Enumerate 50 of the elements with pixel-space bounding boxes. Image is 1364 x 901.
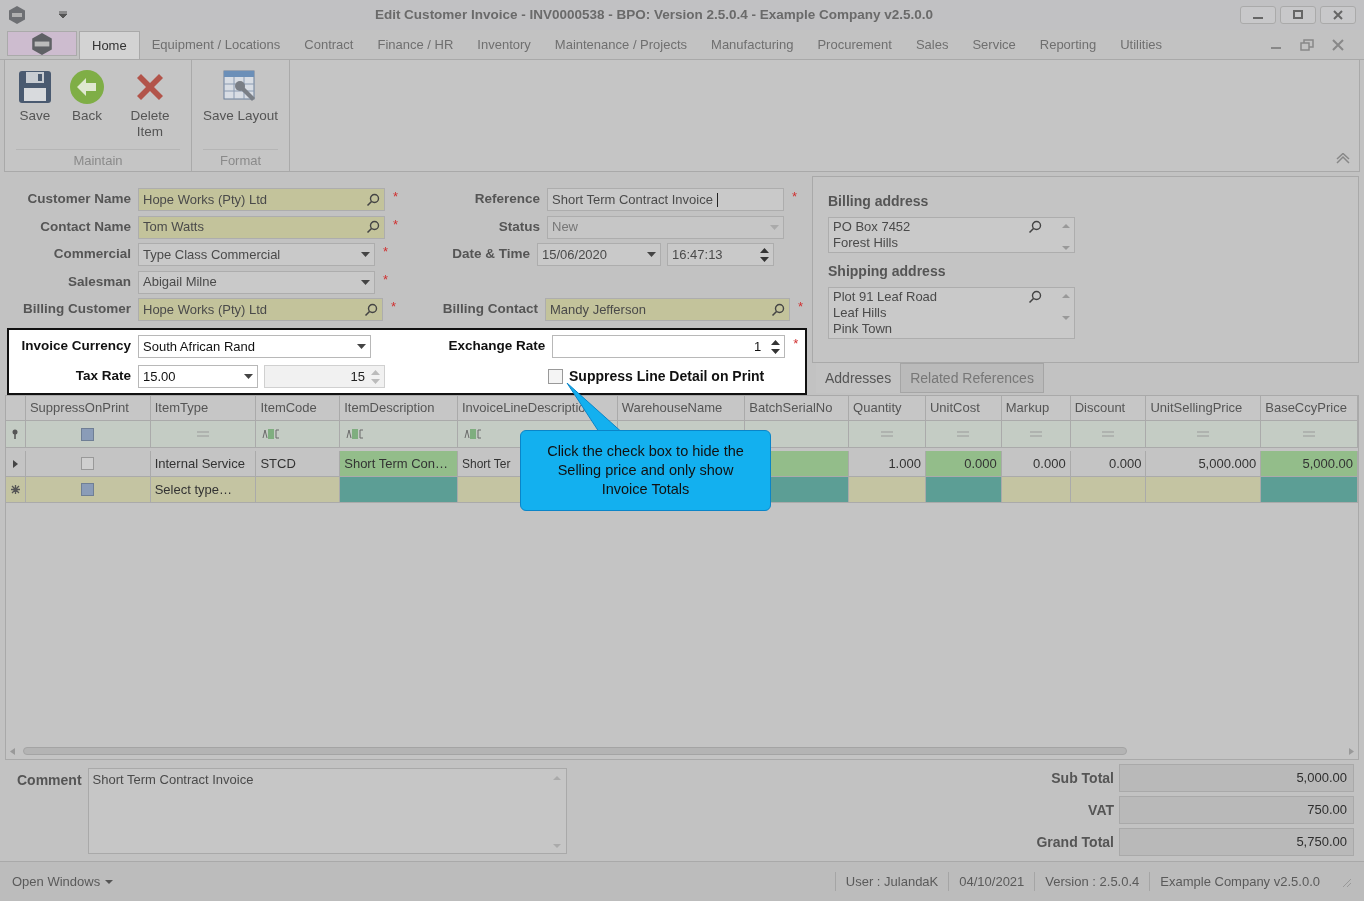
checkbox-label: Suppress Line Detail on Print bbox=[569, 367, 765, 386]
address-line: Pink Town bbox=[833, 321, 893, 337]
required-mark: * bbox=[393, 216, 399, 232]
required-mark: * bbox=[792, 189, 798, 204]
field-label: Contact Name bbox=[40, 217, 131, 236]
address-line: Plot 91 Leaf Road bbox=[833, 289, 939, 305]
total-label: VAT bbox=[1087, 800, 1115, 820]
field-label: Salesman bbox=[67, 272, 131, 291]
table-cell: 0.000 bbox=[1001, 451, 1071, 476]
field-label: Date & Time bbox=[452, 245, 530, 264]
status-item: Version : 2.5.0.4 bbox=[1034, 871, 1150, 892]
address-line: Leaf Hills bbox=[833, 305, 888, 321]
field-label: Customer Name bbox=[27, 190, 131, 209]
total-field: 750.00 bbox=[1119, 796, 1354, 824]
table-cell: 0.000 bbox=[1070, 451, 1147, 476]
field-label: Exchange Rate bbox=[448, 337, 546, 356]
section-heading: Shipping address bbox=[828, 262, 947, 281]
table-cell: Select type… bbox=[150, 477, 257, 502]
field-label: Reference bbox=[474, 190, 540, 209]
table-cell: 1.000 bbox=[849, 451, 926, 476]
table-cell: 5,000.00 bbox=[1261, 451, 1358, 476]
field-label: Status bbox=[498, 217, 540, 236]
field-label: Billing Customer bbox=[23, 300, 131, 319]
total-label: Sub Total bbox=[1050, 768, 1115, 788]
table-cell: Internal Service bbox=[150, 451, 257, 476]
window-title: Edit Customer Invoice - INV0000538 - BPO: Version 2.5.0.4 - Example Company v2.5.0.0 bbox=[374, 5, 934, 24]
total-label: Grand Total bbox=[1035, 832, 1115, 852]
status-item: Example Company v2.5.0.0 bbox=[1149, 871, 1330, 892]
field-label: Commercial bbox=[53, 245, 131, 264]
field-label: Comment bbox=[17, 771, 82, 790]
required-mark: * bbox=[391, 299, 397, 314]
address-line: PO Box 7452 bbox=[833, 219, 912, 235]
required-mark: * bbox=[793, 336, 799, 351]
required-mark: * bbox=[393, 189, 399, 204]
section-heading: Billing address bbox=[828, 192, 930, 211]
total-field: 5,000.00 bbox=[1119, 764, 1354, 792]
required-mark: * bbox=[383, 244, 389, 259]
field-label: Billing Contact bbox=[442, 300, 538, 319]
total-field: 5,750.00 bbox=[1119, 828, 1354, 856]
status-item: User : JulandaK bbox=[834, 871, 949, 892]
table-cell: Short Term Con… bbox=[340, 451, 458, 476]
ribbon-group-label: Maintain bbox=[73, 151, 123, 170]
required-mark: * bbox=[798, 299, 804, 314]
field-label: Invoice Currency bbox=[21, 337, 131, 356]
table-cell: 0.000 bbox=[925, 451, 1002, 476]
address-line: Forest Hills bbox=[833, 235, 899, 251]
field-label: Tax Rate bbox=[75, 367, 131, 386]
required-mark: * bbox=[383, 271, 389, 287]
status-item: 04/10/2021 bbox=[948, 871, 1035, 892]
ribbon-group-label: Format bbox=[219, 151, 262, 170]
